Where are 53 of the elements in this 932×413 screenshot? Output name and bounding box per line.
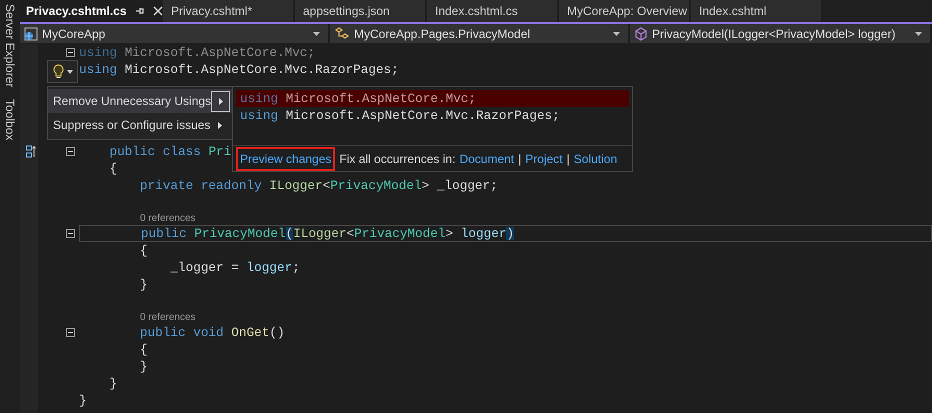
code-line: }: [79, 394, 87, 407]
lightbulb-icon: [52, 64, 64, 79]
cube-icon: [634, 26, 648, 40]
globe-icon: [24, 26, 38, 40]
scope-link[interactable]: Solution: [574, 150, 618, 168]
codelens-text[interactable]: 0 references: [79, 213, 196, 225]
code-line: using Microsoft.AspNetCore.Mvc;: [79, 46, 316, 59]
close-icon[interactable]: [152, 6, 163, 16]
code-line: private readonly ILogger<PrivacyModel> _logger;: [138, 179, 498, 192]
collapse-icon[interactable]: [66, 328, 75, 337]
code-line: {: [108, 162, 118, 175]
editor-tab[interactable]: Index.cshtml.cs: [427, 0, 557, 22]
scope-link[interactable]: Document: [459, 150, 514, 168]
separator-text: |: [566, 150, 570, 168]
preview-changes-link[interactable]: Preview changes: [236, 146, 336, 170]
pin-icon[interactable]: [134, 6, 145, 16]
hierarchy-icon[interactable]: [26, 144, 36, 158]
code-line: }: [108, 377, 118, 390]
menu-item[interactable]: Remove Unnecessary Usings: [48, 89, 232, 113]
editor-tab[interactable]: Privacy.cshtml*: [163, 0, 293, 22]
separator-text: |: [518, 150, 522, 168]
code-line: }: [138, 278, 148, 291]
editor-tab[interactable]: appsettings.json: [295, 0, 425, 22]
lightbulb-button[interactable]: [47, 60, 78, 83]
scope-link[interactable]: Project: [525, 150, 563, 168]
dropdown-caret-icon[interactable]: [313, 32, 320, 36]
code-line: using Microsoft.AspNetCore.Mvc.RazorPages;: [79, 63, 399, 76]
collapse-icon[interactable]: [66, 48, 75, 57]
editor-tab[interactable]: Index.cshtml: [691, 0, 821, 22]
code-line: public class Pri: [108, 145, 232, 158]
code-line: public void OnGet(): [138, 326, 285, 339]
class-icon: [334, 26, 350, 40]
code-line: }: [138, 360, 148, 373]
code-line: _logger = logger;: [169, 261, 300, 274]
editor-tab[interactable]: MyCoreApp: Overview: [559, 0, 689, 22]
code-line: public PrivacyModel(ILogger<PrivacyModel> logger): [140, 227, 514, 240]
fix-all-label: Fix all occurrences in:: [339, 150, 456, 168]
navigation-dropdown[interactable]: MyCoreApp: [20, 24, 330, 43]
dropdown-caret-icon[interactable]: [613, 32, 620, 36]
menu-item[interactable]: Suppress or Configure issues: [48, 113, 232, 137]
code-line: {: [138, 244, 148, 257]
caret-icon[interactable]: [66, 70, 72, 74]
collapse-icon[interactable]: [66, 229, 75, 238]
side-tab[interactable]: Server Explorer: [1, 4, 19, 88]
side-tab[interactable]: Toolbox: [1, 99, 19, 141]
preview-code-line: using Microsoft.AspNetCore.Mvc.RazorPages;: [240, 106, 560, 125]
codelens-text[interactable]: 0 references: [79, 312, 196, 324]
navigation-dropdown[interactable]: MyCoreApp.Pages.PrivacyModel: [330, 24, 630, 43]
preview-code-line: using Microsoft.AspNetCore.Mvc;: [240, 90, 476, 108]
collapse-icon[interactable]: [66, 147, 75, 156]
navigation-dropdown[interactable]: PrivacyModel(ILogger<PrivacyModel> logger): [630, 24, 932, 43]
dropdown-caret-icon[interactable]: [915, 32, 922, 36]
code-line: {: [138, 343, 148, 356]
